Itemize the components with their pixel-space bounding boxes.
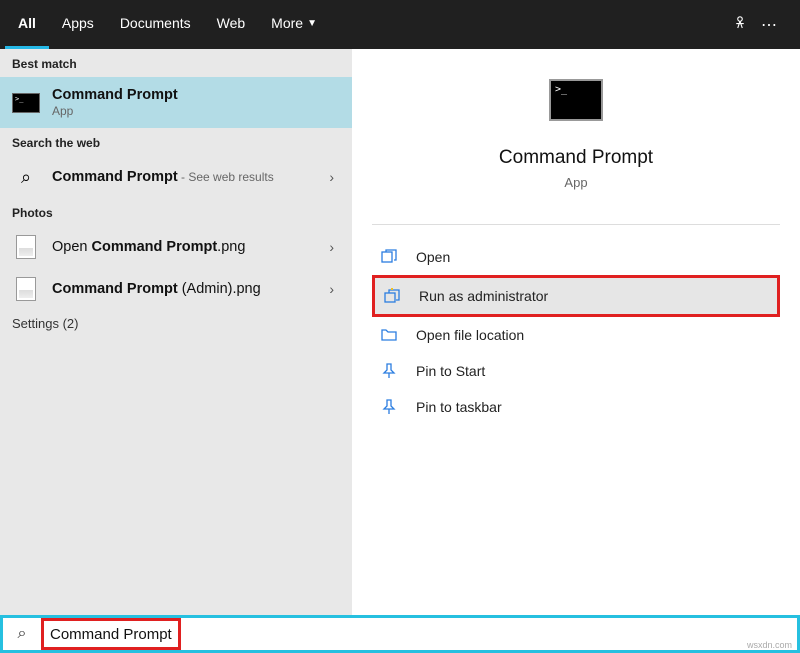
preview-pane: Command Prompt App Open Run as administr… — [352, 49, 800, 615]
action-list: Open Run as administrator Open file loca… — [352, 239, 800, 425]
action-label: Run as administrator — [419, 288, 548, 304]
chevron-down-icon: ▼ — [307, 18, 317, 29]
best-match-text: Command Prompt App — [52, 87, 340, 118]
section-photos: Photos — [0, 198, 352, 226]
web-result-row[interactable]: ⌕ Command Prompt - See web results › — [0, 156, 352, 198]
admin-icon — [383, 287, 401, 305]
action-label: Pin to taskbar — [416, 399, 502, 415]
preview-subtitle: App — [372, 175, 780, 190]
search-input-highlight: Command Prompt — [41, 618, 181, 650]
chevron-right-icon: › — [323, 239, 340, 255]
photo-title-1: Command Prompt (Admin).png — [52, 281, 311, 297]
watermark: wsxdn.com — [745, 640, 794, 650]
tab-documents[interactable]: Documents — [107, 0, 204, 49]
pin-taskbar-icon — [380, 398, 398, 416]
filter-tabs: All Apps Documents Web More▼ — [5, 0, 330, 49]
search-bar[interactable]: ⌕ Command Prompt — [0, 615, 800, 653]
section-web: Search the web — [0, 128, 352, 156]
photo-title-0: Open Command Prompt.png — [52, 239, 311, 255]
feedback-icon[interactable] — [731, 13, 749, 36]
section-best-match: Best match — [0, 49, 352, 77]
preview-title: Command Prompt — [372, 147, 780, 169]
best-match-row[interactable]: Command Prompt App — [0, 77, 352, 128]
file-icon — [12, 278, 40, 300]
cmd-icon — [12, 92, 40, 114]
action-open-location[interactable]: Open file location — [372, 317, 780, 353]
tab-more[interactable]: More▼ — [258, 0, 330, 49]
file-icon — [12, 236, 40, 258]
folder-icon — [380, 326, 398, 344]
search-input[interactable]: Command Prompt — [46, 624, 176, 645]
search-icon: ⌕ — [3, 625, 41, 643]
preview-app-icon — [549, 79, 603, 121]
main-area: Best match Command Prompt App Search the… — [0, 49, 800, 615]
section-settings[interactable]: Settings (2) — [0, 310, 352, 337]
results-pane: Best match Command Prompt App Search the… — [0, 49, 352, 615]
pin-start-icon — [380, 362, 398, 380]
header-bar: All Apps Documents Web More▼ ⋯ — [0, 0, 800, 49]
action-pin-start[interactable]: Pin to Start — [372, 353, 780, 389]
more-icon[interactable]: ⋯ — [761, 15, 777, 35]
open-icon — [380, 248, 398, 266]
tab-apps[interactable]: Apps — [49, 0, 107, 49]
web-result-text: Command Prompt - See web results — [52, 168, 311, 186]
photo-row-0[interactable]: Open Command Prompt.png › — [0, 226, 352, 268]
divider — [372, 224, 780, 225]
action-run-admin[interactable]: Run as administrator — [372, 275, 780, 317]
preview-header: Command Prompt App — [352, 49, 800, 210]
action-label: Open file location — [416, 327, 524, 343]
chevron-right-icon: › — [323, 169, 340, 185]
tab-all[interactable]: All — [5, 0, 49, 49]
search-icon: ⌕ — [12, 166, 40, 188]
action-pin-taskbar[interactable]: Pin to taskbar — [372, 389, 780, 425]
photo-row-1[interactable]: Command Prompt (Admin).png › — [0, 268, 352, 310]
action-label: Pin to Start — [416, 363, 485, 379]
tab-web[interactable]: Web — [204, 0, 259, 49]
action-label: Open — [416, 249, 450, 265]
chevron-right-icon: › — [323, 281, 340, 297]
action-open[interactable]: Open — [372, 239, 780, 275]
header-right: ⋯ — [731, 13, 795, 36]
